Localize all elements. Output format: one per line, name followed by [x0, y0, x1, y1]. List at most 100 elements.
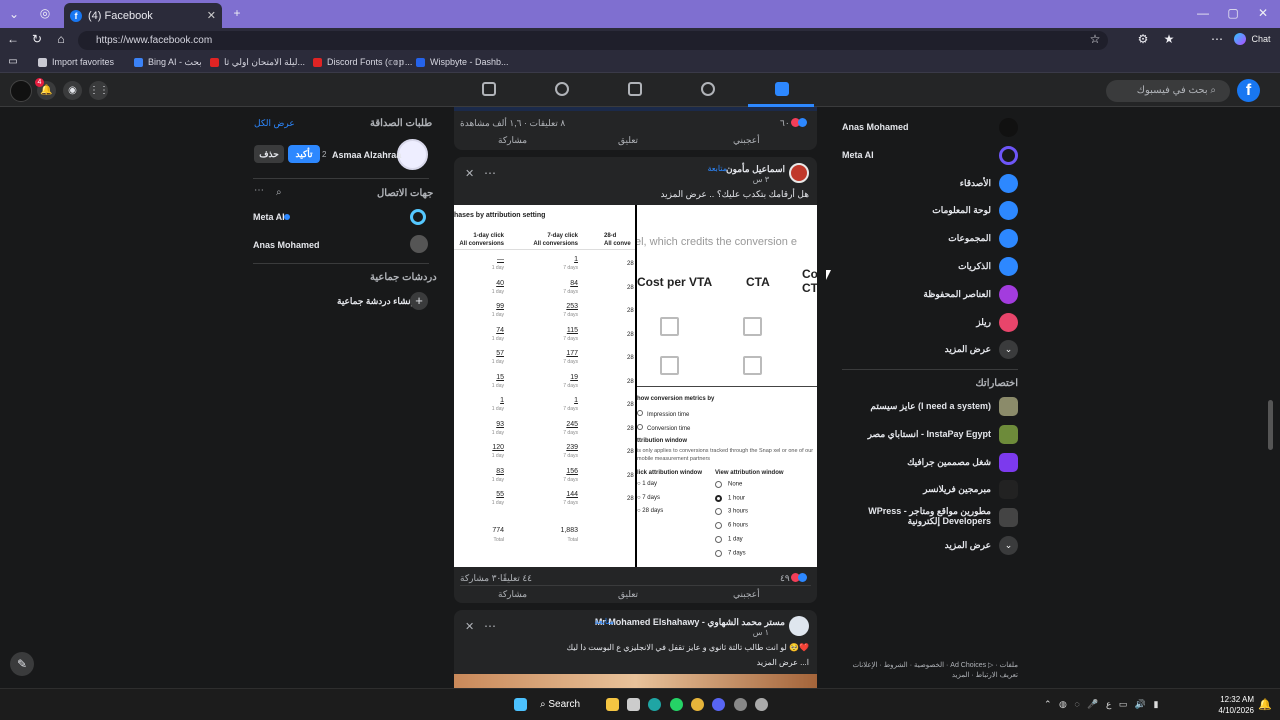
- facebook-search-input[interactable]: بحث في فيسبوك ⌕: [1106, 80, 1230, 102]
- confirm-request-button[interactable]: تأكيد: [288, 145, 320, 163]
- new-message-button[interactable]: ✎: [10, 652, 34, 676]
- checkbox[interactable]: [660, 356, 679, 375]
- follow-link[interactable]: متابعة: [707, 164, 727, 173]
- sidebar-item[interactable]: الأصدقاء: [842, 172, 1018, 196]
- facebook-logo[interactable]: f: [1237, 79, 1260, 102]
- clock[interactable]: 12:32 AM 4/10/2026: [1212, 694, 1254, 716]
- sidebar-item[interactable]: المجموعات: [842, 227, 1018, 251]
- favorite-icon[interactable]: ☆: [1088, 32, 1102, 46]
- post-image-settings[interactable]: el, which credits the conversion e Cost …: [637, 205, 817, 567]
- gaming-icon[interactable]: [482, 82, 496, 96]
- share-button[interactable]: مشاركة: [498, 135, 527, 146]
- file-explorer-icon[interactable]: [606, 698, 619, 711]
- marketplace-icon[interactable]: [628, 82, 642, 96]
- click-option[interactable]: ○ 1 day: [637, 481, 657, 487]
- view-option[interactable]: 3 hours: [715, 508, 748, 516]
- delete-request-button[interactable]: حذف: [254, 145, 284, 163]
- window-close-icon[interactable]: ✕: [1256, 6, 1270, 20]
- notification-center-icon[interactable]: 🔔: [1258, 698, 1272, 711]
- settings-more-icon[interactable]: ⋯: [1210, 32, 1224, 46]
- settings-icon[interactable]: [734, 698, 747, 711]
- post-image-preview[interactable]: [454, 674, 817, 688]
- view-option[interactable]: None: [715, 481, 742, 488]
- post-options-icon[interactable]: ⋯: [484, 619, 496, 633]
- app-icon[interactable]: [755, 698, 768, 711]
- view-option[interactable]: 1 day: [715, 535, 743, 543]
- comments-views[interactable]: ٨ تعليقات · ١,٦ ألف مشاهدة: [460, 118, 565, 129]
- share-button[interactable]: مشاركة: [498, 589, 527, 600]
- bookmark-item[interactable]: ليلة الامتحان اولي ثا...: [210, 57, 305, 68]
- post-options-icon[interactable]: ⋯: [484, 166, 496, 180]
- contact-item[interactable]: Meta AI: [253, 207, 429, 227]
- author-name[interactable]: اسماعيل مأمون: [726, 164, 785, 175]
- page-scrollbar[interactable]: [1268, 400, 1273, 450]
- sidebar-item[interactable]: Anas Mohamed: [842, 116, 1018, 140]
- tray-icons[interactable]: ⌃ ◍ ◌ 🎤 ع ▭ 🔊 ▮: [1044, 699, 1159, 710]
- metric-option[interactable]: Impression time: [637, 410, 689, 418]
- contacts-search-icon[interactable]: ⌕: [276, 187, 282, 198]
- shares-count[interactable]: ٣٠ مشاركة: [460, 573, 501, 584]
- shortcut-item[interactable]: انستاباي مصر - InstaPay Egypt: [842, 423, 1018, 447]
- shortcut-item[interactable]: عايز سيستم (I need a system): [842, 395, 1018, 419]
- maximize-icon[interactable]: ▢: [1226, 6, 1240, 20]
- sidebar-item[interactable]: العناصر المحفوظة: [842, 283, 1018, 307]
- discord-icon[interactable]: [712, 698, 725, 711]
- view-option[interactable]: 1 hour: [715, 494, 745, 502]
- profile-avatar[interactable]: [10, 80, 32, 102]
- chrome-icon[interactable]: [691, 698, 704, 711]
- bookmark-item[interactable]: Wispbyte - Dashb...: [416, 57, 509, 67]
- contact-item[interactable]: Anas Mohamed: [253, 234, 429, 254]
- post-image-table[interactable]: hases by attribution setting 1-day click…: [454, 205, 635, 567]
- shortcut-item[interactable]: WPress - مطورين مواقع ومتاجر إلكترونية D…: [842, 506, 1018, 530]
- comment-button[interactable]: تعليق: [618, 589, 638, 600]
- comment-button[interactable]: تعليق: [618, 135, 638, 146]
- post-time[interactable]: ١ س: [753, 628, 769, 637]
- sidebar-item[interactable]: عرض المزيد ⌄: [842, 338, 1018, 362]
- follow-link[interactable]: متابعة: [594, 617, 614, 626]
- author-avatar[interactable]: [789, 616, 809, 636]
- request-avatar[interactable]: [397, 139, 428, 170]
- bookmark-menu-icon[interactable]: ▭: [6, 56, 20, 67]
- extensions-icon[interactable]: ⚙: [1136, 32, 1150, 46]
- tab-facebook[interactable]: f (4) Facebook ✕: [64, 3, 222, 28]
- bookmark-item[interactable]: Import favorites: [38, 57, 114, 67]
- checkbox[interactable]: [743, 317, 762, 336]
- store-icon[interactable]: [627, 698, 640, 711]
- tab-list-icon[interactable]: ⌄: [6, 7, 22, 21]
- comments-count[interactable]: ٤٤ تعليقًا: [500, 573, 532, 584]
- home-nav-icon[interactable]: [775, 82, 789, 96]
- home-icon[interactable]: ⌂: [54, 32, 68, 46]
- click-option[interactable]: ○ 28 days: [637, 508, 663, 514]
- author-name[interactable]: Mr Mohamed Elshahawy - مستر محمد الشهاوي: [595, 617, 785, 628]
- bookmark-item[interactable]: Discord Fonts (𝕔𝕠𝕡...: [313, 57, 412, 68]
- messenger-icon[interactable]: ◉: [63, 81, 82, 100]
- click-option[interactable]: ○ 7 days: [637, 495, 660, 501]
- like-button[interactable]: أعجبني: [733, 135, 760, 146]
- menu-grid-icon[interactable]: ⋮⋮: [89, 81, 109, 100]
- sidebar-item[interactable]: الذكريات: [842, 255, 1018, 279]
- taskbar-search[interactable]: ⌕ Search: [540, 696, 596, 714]
- view-option[interactable]: 6 hours: [715, 522, 748, 530]
- groups-icon[interactable]: [555, 82, 569, 96]
- sidebar-item[interactable]: Meta AI: [842, 144, 1018, 168]
- tab-close-icon[interactable]: ✕: [207, 9, 216, 22]
- reactions-count[interactable]: ٤٩: [780, 573, 790, 584]
- windows-start-icon[interactable]: [514, 698, 527, 711]
- shortcut-item[interactable]: مبرمجين فريلانسر: [842, 478, 1018, 502]
- sidebar-item[interactable]: ريلز: [842, 311, 1018, 335]
- post-close-icon[interactable]: ✕: [465, 167, 474, 180]
- bookmark-item[interactable]: Bing AI - بحث: [134, 57, 202, 68]
- post-close-icon[interactable]: ✕: [465, 620, 474, 633]
- see-more-text[interactable]: ا... عرض المزيد: [757, 658, 809, 667]
- sidebar-item[interactable]: لوحة المعلومات: [842, 199, 1018, 223]
- contacts-options-icon[interactable]: ⋯: [254, 185, 264, 196]
- minimize-icon[interactable]: —: [1196, 6, 1210, 20]
- new-tab-icon[interactable]: +: [230, 6, 244, 20]
- shortcut-item[interactable]: عرض المزيد ⌄: [842, 534, 1018, 558]
- reactions-count[interactable]: ٦٠: [780, 118, 790, 129]
- edge-icon[interactable]: [648, 698, 661, 711]
- refresh-icon[interactable]: ↻: [30, 32, 44, 46]
- checkbox[interactable]: [743, 356, 762, 375]
- globe-icon[interactable]: ◎: [38, 6, 52, 20]
- back-icon[interactable]: ←: [6, 32, 20, 46]
